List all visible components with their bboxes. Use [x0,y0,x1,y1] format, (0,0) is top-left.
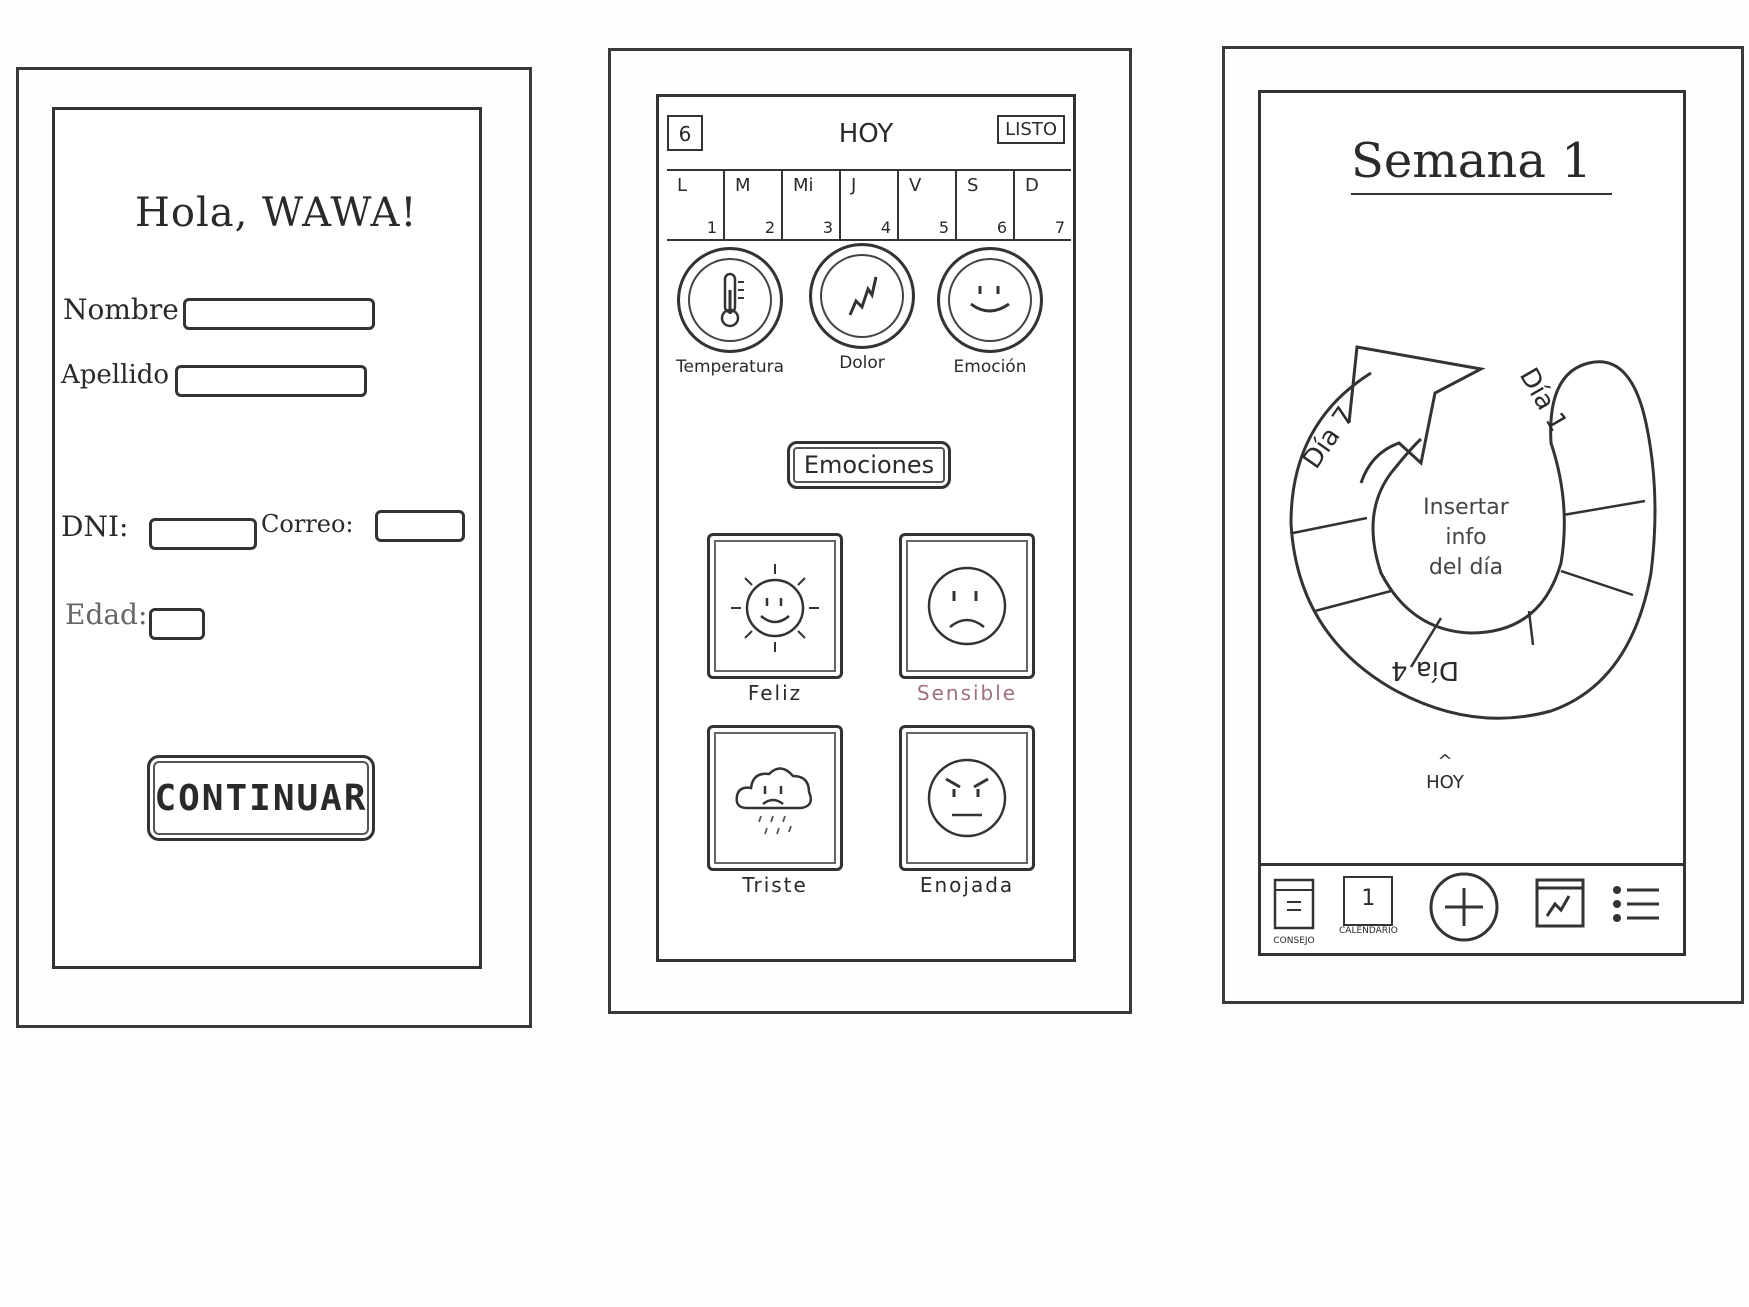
emotions-button[interactable]: Emociones [787,441,951,489]
dni-label: DNI: [61,510,129,543]
screen-week: Semana 1 Día 1 Día 7 Día 4 Insertar info… [1258,90,1686,956]
day-info-placeholder: Insertar info del día [1423,495,1509,580]
smiley-icon [937,247,1043,353]
category-emocion[interactable]: Emoción [935,247,1045,377]
emotion-triste[interactable]: Triste [707,725,843,897]
category-label: Temperatura [675,357,785,377]
header: 6 HOY LISTO [659,97,1073,167]
nav-label: CALENDARIO [1339,926,1398,936]
emotion-enojada[interactable]: Enojada [899,725,1035,897]
calendar-icon: 1 [1343,876,1394,926]
screen-registration: Hola, WAWA! Nombre : Apellido : DNI: Cor… [52,107,482,969]
menu-icon [1613,886,1659,922]
caret-up-icon: ^ [1437,751,1453,772]
nav-add[interactable] [1427,870,1501,948]
nombre-label: Nombre : [63,293,198,326]
screen-today: 6 HOY LISTO L1 M2 Mi 3 J4 V5 S6 D7 Temper… [656,94,1076,962]
nav-calendario[interactable]: 1 CALENDARIO [1339,876,1398,936]
emotion-label: Feliz [747,681,803,705]
segment-day4[interactable]: Día 4 [1391,655,1459,685]
edad-label: Edad: [65,598,148,631]
correo-input[interactable] [375,510,465,542]
continue-button[interactable]: CONTINUAR [147,755,375,841]
day-cell[interactable]: J4 [839,171,897,239]
apellido-input[interactable] [175,365,367,397]
correo-label: Correo: [261,510,354,538]
chart-icon [1535,878,1585,928]
day-cell[interactable]: S6 [955,171,1013,239]
emotion-feliz[interactable]: Feliz [707,533,843,705]
apellido-label: Apellido : [61,360,187,390]
day-cell[interactable]: D7 [1013,171,1071,239]
week-strip: L1 M2 Mi 3 J4 V5 S6 D7 [667,169,1071,241]
day-cell[interactable]: V5 [897,171,955,239]
edad-input[interactable] [149,608,205,640]
lightning-icon [809,243,915,349]
thermometer-icon [677,247,783,353]
angry-face-icon [899,725,1035,871]
book-icon [1273,878,1315,930]
greeting-title: Hola, WAWA! [135,190,418,236]
nav-menu[interactable] [1609,876,1665,936]
done-button[interactable]: LISTO [997,115,1065,144]
category-label: Dolor [839,353,885,373]
category-label: Emoción [953,357,1027,377]
rain-cloud-icon [707,725,843,871]
emotion-label: Enojada [919,873,1015,897]
nav-consejo[interactable]: CONSEJO [1271,876,1317,946]
sun-smile-icon [707,533,843,679]
category-dolor[interactable]: Dolor [807,243,917,373]
emotion-sensible[interactable]: Sensible [899,533,1035,705]
arrow-shape [1347,345,1486,484]
day-cell[interactable]: L1 [667,171,723,239]
category-temperatura[interactable]: Temperatura [675,247,785,377]
add-icon [1429,872,1499,942]
today-label: HOY [1426,772,1464,793]
today-indicator: ^ HOY [1415,751,1475,793]
sad-face-icon [899,533,1035,679]
day-cell[interactable]: M2 [723,171,781,239]
emotion-label: Triste [742,873,808,897]
nav-chart[interactable] [1533,876,1587,934]
nombre-input[interactable] [183,298,375,330]
day-cell[interactable]: Mi 3 [781,171,839,239]
nav-label: CONSEJO [1273,936,1315,946]
emotion-label: Sensible [916,681,1018,705]
week-title: Semana 1 [1351,133,1612,195]
dni-input[interactable] [149,518,257,550]
bottom-nav: CONSEJO 1 CALENDARIO [1261,863,1683,962]
